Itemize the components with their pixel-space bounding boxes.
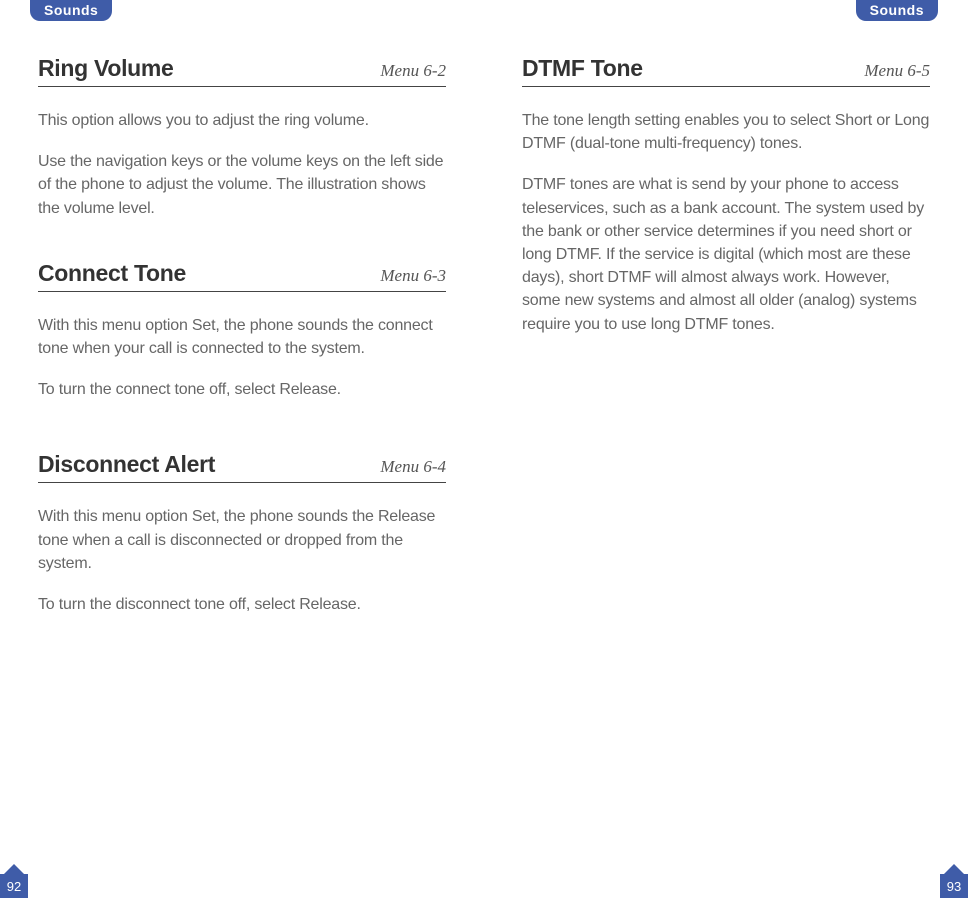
title-row: Ring Volume Menu 6-2 [38, 55, 446, 87]
section-title: Ring Volume [38, 55, 174, 82]
left-content: Ring Volume Menu 6-2 This option allows … [38, 0, 446, 616]
menu-ref: Menu 6-4 [380, 457, 446, 477]
body-text: With this menu option Set, the phone sou… [38, 505, 446, 575]
title-row: DTMF Tone Menu 6-5 [522, 55, 930, 87]
body-text: Use the navigation keys or the volume ke… [38, 150, 446, 220]
page-tab-right: Sounds [856, 0, 938, 21]
body-text: To turn the disconnect tone off, select … [38, 593, 446, 616]
page-tab-left: Sounds [30, 0, 112, 21]
body-text: The tone length setting enables you to s… [522, 109, 930, 155]
right-content: DTMF Tone Menu 6-5 The tone length setti… [522, 0, 930, 336]
section-title: Disconnect Alert [38, 451, 215, 478]
title-row: Disconnect Alert Menu 6-4 [38, 451, 446, 483]
body-text: To turn the connect tone off, select Rel… [38, 378, 446, 401]
section-title: Connect Tone [38, 260, 186, 287]
right-page: Sounds DTMF Tone Menu 6-5 The tone lengt… [484, 0, 968, 912]
page-corner-icon [944, 864, 964, 874]
page-corner-icon [4, 864, 24, 874]
left-page: Sounds Ring Volume Menu 6-2 This option … [0, 0, 484, 912]
section-dtmf-tone: DTMF Tone Menu 6-5 The tone length setti… [522, 55, 930, 336]
body-text: With this menu option Set, the phone sou… [38, 314, 446, 360]
body-text: This option allows you to adjust the rin… [38, 109, 446, 132]
page-number-right: 93 [940, 874, 968, 898]
section-title: DTMF Tone [522, 55, 643, 82]
section-disconnect-alert: Disconnect Alert Menu 6-4 With this menu… [38, 451, 446, 616]
menu-ref: Menu 6-5 [864, 61, 930, 81]
menu-ref: Menu 6-2 [380, 61, 446, 81]
body-text: DTMF tones are what is send by your phon… [522, 173, 930, 335]
page-number-left: 92 [0, 874, 28, 898]
section-ring-volume: Ring Volume Menu 6-2 This option allows … [38, 55, 446, 220]
section-connect-tone: Connect Tone Menu 6-3 With this menu opt… [38, 260, 446, 402]
menu-ref: Menu 6-3 [380, 266, 446, 286]
title-row: Connect Tone Menu 6-3 [38, 260, 446, 292]
